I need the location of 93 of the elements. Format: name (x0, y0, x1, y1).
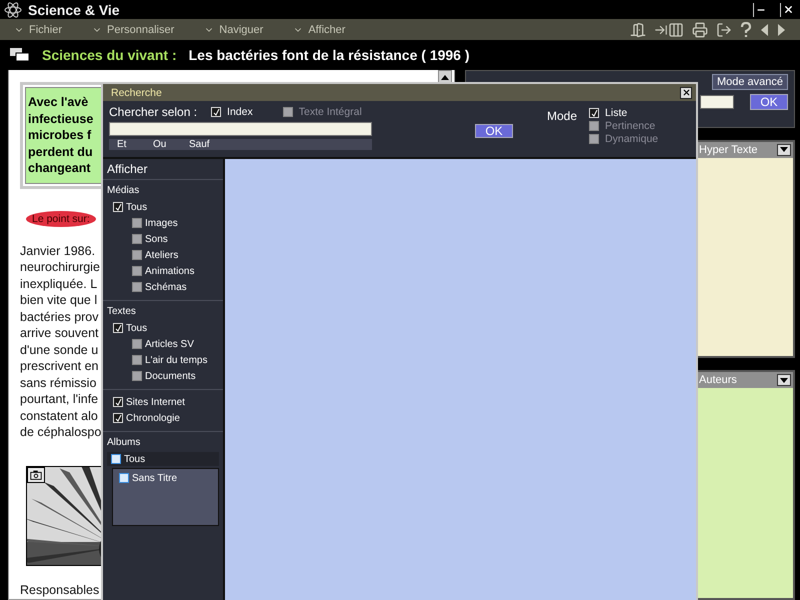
article-line: de céphalospo (20, 424, 102, 440)
checkbox[interactable] (132, 266, 142, 276)
menu-item[interactable]: Naviguer (204, 24, 264, 36)
operator-button[interactable]: Et (117, 139, 153, 150)
article-line: Responsables (20, 582, 100, 598)
checkbox[interactable] (132, 282, 142, 292)
filter-label: L'air du temps (145, 354, 208, 366)
ok-button[interactable]: OK (475, 124, 513, 138)
mode-option-label: Pertinence (605, 120, 656, 132)
windows-icon (10, 48, 30, 62)
mode-option-label: Dynamique (605, 133, 658, 145)
article-line: d'une sonde u (20, 342, 98, 358)
topic-badge: Le point sur: (26, 210, 96, 226)
filter-label: Tous (124, 454, 146, 464)
filter-label: Chronologie (126, 412, 180, 424)
filter-label: Ateliers (145, 250, 178, 260)
article-line: prescrivent en (20, 358, 99, 374)
filter-label: Articles SV (145, 338, 194, 350)
filter-label: Sons (145, 234, 168, 244)
panel-title: Hyper Texte (698, 144, 758, 156)
forward-icon[interactable] (777, 22, 786, 36)
filter-label: Documents (145, 370, 196, 382)
album-label: Sans Titre (132, 472, 178, 484)
checkbox[interactable] (132, 371, 142, 381)
door-icon[interactable] (630, 22, 646, 38)
search-field[interactable] (700, 95, 734, 109)
close-icon (682, 88, 690, 97)
article-line: bactéries prov (20, 308, 99, 325)
mode-option-label: Liste (605, 107, 628, 119)
down-arrow-icon (780, 378, 788, 383)
article-line: inexpliquée. L (20, 276, 98, 292)
dialog-title: Recherche (111, 86, 162, 98)
search-field[interactable] (109, 122, 372, 136)
summary-line: infectieuse (28, 110, 94, 127)
panel-title: Auteurs (698, 374, 737, 386)
checkbox[interactable] (132, 250, 142, 260)
close-icon (783, 4, 794, 15)
filter-label: Schémas (145, 282, 187, 292)
article-line: constatent alo (20, 408, 98, 424)
help-icon[interactable] (740, 22, 752, 38)
checkbox[interactable] (282, 107, 293, 117)
option-label: Index (227, 106, 253, 118)
checkbox[interactable] (132, 355, 142, 365)
group-title: Albums (107, 437, 142, 448)
section-title: Sciences du vivant : (42, 47, 177, 63)
summary-line: microbes f (28, 127, 92, 144)
option-label: Texte Intégral (298, 106, 362, 118)
printer-icon[interactable] (692, 22, 708, 38)
summary-line: changeant (28, 160, 91, 176)
menu-item[interactable]: Fichier (14, 24, 62, 36)
checkbox[interactable] (111, 454, 121, 464)
filter-label: Tous (126, 202, 148, 212)
article-line: arrive souvent (20, 325, 99, 342)
article-line: Janvier 1986. (20, 242, 96, 259)
up-arrow-icon (441, 74, 449, 80)
mode-label: Mode (547, 109, 578, 125)
ok-button[interactable]: OK (750, 94, 788, 110)
group-title: Médias (107, 185, 140, 196)
arrow-columns-icon[interactable] (654, 22, 684, 38)
checkbox[interactable] (132, 339, 142, 349)
summary-line: perdent du (28, 144, 93, 160)
filter-label: Tous (126, 322, 148, 334)
operator-button[interactable]: Sauf (189, 139, 225, 150)
filter-label: Animations (145, 266, 194, 276)
article-line: sans rémissio (20, 374, 96, 391)
down-arrow-icon (780, 147, 788, 152)
search-by-label: Chercher selon : (109, 105, 198, 119)
checkbox[interactable] (119, 473, 129, 483)
app-title: Science & Vie (28, 2, 120, 18)
group-title: Textes (107, 306, 137, 317)
atom-icon (4, 0, 22, 18)
dropdown-button[interactable] (777, 374, 791, 386)
close-button[interactable] (680, 86, 692, 98)
exit-icon[interactable] (716, 22, 732, 38)
menu-item[interactable]: Personnaliser (92, 24, 174, 36)
summary-line: Avec l'avè (28, 94, 88, 110)
dropdown-button[interactable] (777, 144, 791, 156)
operator-button[interactable]: Ou (153, 139, 189, 150)
article-title: Les bactéries font de la résistance ( 1996 ) (188, 47, 470, 63)
filter-label: Sites Internet (126, 396, 185, 408)
back-icon[interactable] (760, 22, 769, 36)
checkbox[interactable] (589, 121, 600, 131)
checkbox[interactable] (589, 134, 600, 144)
article-line: bien vite que l (20, 292, 98, 308)
menu-item[interactable]: Afficher (293, 24, 346, 36)
article-line: pourtant, l'infe (20, 391, 98, 408)
article-line: neurochirurgie (20, 259, 100, 276)
checkbox[interactable] (132, 234, 142, 244)
camera-icon[interactable] (27, 466, 45, 482)
checkbox[interactable] (132, 218, 142, 228)
sidebar-title: Afficher (103, 159, 223, 180)
filter-label: Images (145, 218, 178, 228)
advanced-mode-button[interactable]: Mode avancé (712, 74, 788, 90)
